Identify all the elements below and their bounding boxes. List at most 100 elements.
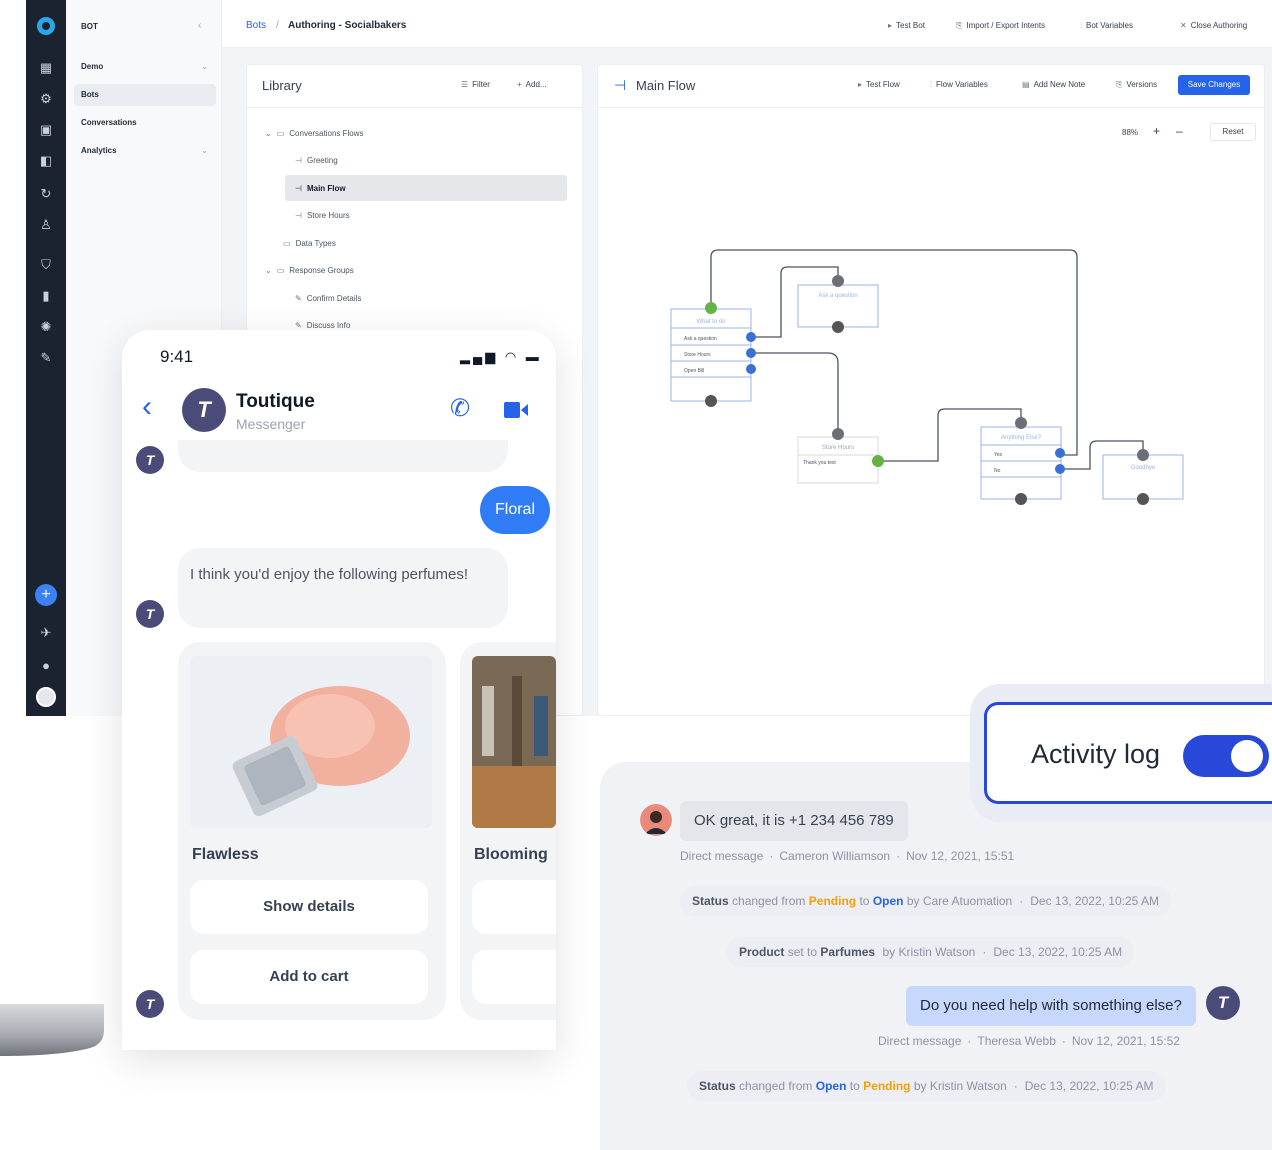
agent-message: Do you need help with something else?: [906, 986, 1196, 1026]
node-title: What to do: [696, 319, 726, 325]
tree-item-response-groups[interactable]: ⌄ ▭ Response Groups: [265, 266, 354, 275]
workspace-name: BOT: [81, 22, 98, 31]
tree-item-store-hours[interactable]: ⊣ Store Hours: [295, 211, 350, 220]
status-text: to: [859, 894, 870, 908]
collapse-icon[interactable]: ‹: [198, 20, 201, 31]
app-rail: ▦ ⚙ ▣ ◧ ↻ ♙ ⛉ ▮ ✺ ✎ + ✈ ●: [26, 0, 66, 716]
settings-icon[interactable]: ⚙: [38, 91, 54, 107]
people-icon[interactable]: ♙: [38, 217, 54, 233]
node-title: Store Hours: [822, 445, 854, 451]
tree-item-confirm-details[interactable]: ✎ Confirm Details: [295, 294, 361, 303]
help-icon[interactable]: ●: [38, 657, 54, 673]
rocket-icon[interactable]: ✈: [38, 625, 54, 641]
status-text: changed from: [739, 1079, 813, 1093]
flow-node-store-hours[interactable]: Store Hours Thank you text: [797, 428, 884, 484]
filter-label: Filter: [472, 80, 490, 89]
contact-avatar: T: [182, 388, 226, 432]
separator: ·: [967, 1034, 972, 1048]
tree-item-greeting[interactable]: ⊣ Greeting: [295, 156, 338, 165]
refresh-icon[interactable]: ↻: [38, 186, 54, 202]
status-time: Dec 13, 2022, 10:25 AM: [1030, 894, 1159, 908]
tree-item-conversation-flows[interactable]: ⌄ ▭ Conversations Flows: [265, 129, 364, 138]
gear-icon[interactable]: ✺: [38, 319, 54, 335]
product-change-line: Product set to Parfumes by Kristin Watso…: [727, 937, 1135, 967]
pin-icon[interactable]: ✎: [38, 350, 54, 366]
status-actor: by Kristin Watson: [882, 945, 976, 959]
add-button[interactable]: + Add...: [517, 80, 547, 89]
flow-icon: ⊣: [295, 156, 302, 165]
file-icon: ⎘: [956, 21, 963, 30]
back-icon[interactable]: ‹: [142, 392, 152, 422]
shield-icon[interactable]: ⛉: [38, 257, 54, 273]
nav-item-analytics[interactable]: Analytics ⌄: [74, 140, 216, 162]
inbox-icon[interactable]: ▣: [38, 122, 54, 138]
filter-icon: ☰: [461, 80, 469, 89]
incoming-message: I think you'd enjoy the following perfum…: [178, 548, 508, 628]
status-icons: ▂▄▆ ◠ ▬: [460, 349, 542, 364]
nav-item-conversations[interactable]: Conversations: [74, 112, 216, 134]
bot-variables-button[interactable]: ⫶ Bot Variables: [1080, 21, 1133, 31]
meta-channel: Direct message: [878, 1034, 962, 1048]
phone-call-icon[interactable]: ✆: [450, 394, 470, 423]
tree-label: Store Hours: [306, 211, 350, 220]
status-time: Dec 13, 2022, 10:25 AM: [993, 945, 1123, 959]
status-time: Dec 13, 2022, 10:25 AM: [1024, 1079, 1154, 1093]
tree-item-discuss-info[interactable]: ✎ Discuss Info: [295, 321, 350, 330]
calendar-icon[interactable]: ◧: [38, 153, 54, 169]
message-meta: Direct message · Theresa Webb · Nov 12, 2021…: [878, 1034, 1180, 1048]
tree-item-data-types[interactable]: ▭ Data Types: [283, 239, 336, 248]
flow-node-goodbye[interactable]: Goodbye: [1102, 449, 1184, 505]
node-title: Goodbye: [1131, 465, 1156, 471]
add-to-cart-button[interactable]: Add to cart: [190, 950, 428, 1004]
tree-item-main-flow[interactable]: ⊣ Main Flow: [295, 184, 346, 193]
video-call-icon[interactable]: [504, 400, 528, 420]
add-to-cart-button[interactable]: [472, 950, 556, 1004]
node-item: No: [994, 468, 1001, 474]
nav-item-bots[interactable]: Bots: [74, 84, 216, 106]
tree-label: Main Flow: [306, 184, 346, 193]
flow-node-ask-question[interactable]: Ask a question: [797, 275, 879, 333]
separator: ·: [769, 849, 774, 863]
flow-node-what-to-do[interactable]: What to do Ask a question Store Hours Op…: [670, 302, 756, 407]
flow-node-anything-else[interactable]: Anything Else? Yes No: [980, 417, 1065, 505]
action-label: Test Bot: [896, 21, 925, 30]
product-value: Parfumes: [820, 945, 876, 959]
contact-channel: Messenger: [236, 416, 306, 432]
connector: [751, 352, 839, 433]
nav-label: Demo: [81, 62, 104, 71]
status-actor: by Care Atuomation: [906, 894, 1013, 908]
meta-time: Nov 12, 2021, 15:52: [1071, 1034, 1180, 1048]
show-details-button[interactable]: [472, 880, 556, 934]
plus-icon: +: [517, 80, 522, 89]
add-icon[interactable]: +: [35, 584, 57, 606]
response-icon: ✎: [295, 321, 302, 330]
library-title: Library: [262, 78, 302, 93]
chevron-down-icon: ⌄: [201, 62, 208, 71]
status-label: Status: [692, 894, 729, 908]
product-card: Blooming: [460, 642, 556, 1020]
nav-item-demo[interactable]: Demo ⌄: [74, 56, 216, 78]
show-details-button[interactable]: Show details: [190, 880, 428, 934]
filter-button[interactable]: ☰ Filter: [461, 80, 490, 89]
dashboard-icon[interactable]: ▦: [38, 60, 54, 76]
chart-icon[interactable]: ▮: [38, 288, 54, 304]
separator: ·: [1013, 1079, 1018, 1093]
bot-avatar: T: [136, 446, 164, 474]
close-authoring-button[interactable]: ✕ Close Authoring: [1180, 21, 1247, 30]
chevron-down-icon: ⌄: [265, 266, 272, 275]
node-item: Store Hours: [684, 352, 711, 358]
breadcrumb-bots[interactable]: Bots: [246, 20, 266, 31]
previous-message: [178, 440, 508, 472]
activity-log-toggle[interactable]: [1183, 735, 1269, 777]
status-text: set to: [787, 945, 818, 959]
activity-log-toggle-card: Activity log: [984, 702, 1272, 804]
divider: [247, 107, 582, 108]
status-change-line: Status changed from Open to Pending by K…: [687, 1071, 1166, 1101]
product-title: Blooming: [474, 846, 548, 863]
main-flow-panel: ⊣ Main Flow ▸ Test Flow ⫶ Flow Variables ▤…: [597, 64, 1265, 716]
status-text: to: [849, 1079, 860, 1093]
import-export-button[interactable]: ⎘ Import / Export Intents: [956, 21, 1045, 31]
flow-canvas[interactable]: What to do Ask a question Store Hours Op…: [598, 65, 1265, 716]
user-avatar[interactable]: [36, 687, 56, 707]
test-bot-button[interactable]: ▸ Test Bot: [888, 21, 925, 30]
